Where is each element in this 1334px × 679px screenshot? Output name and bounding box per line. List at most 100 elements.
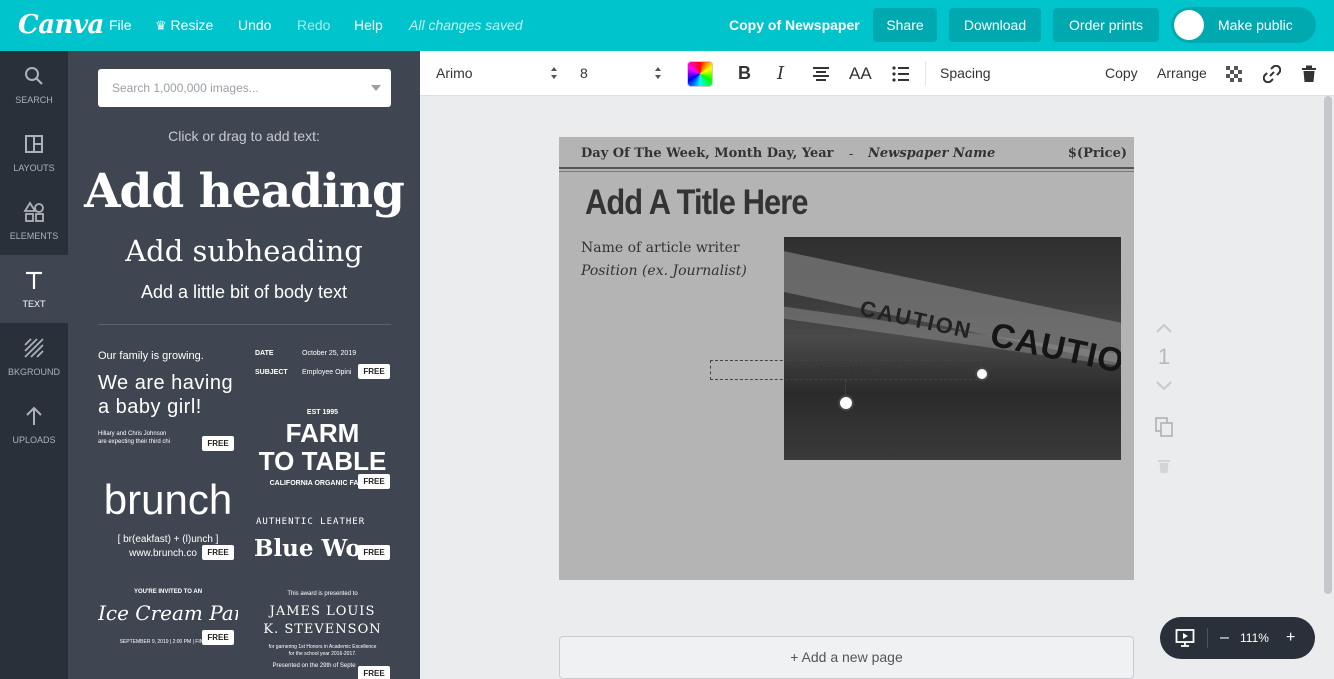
layouts-icon [25,135,43,153]
price-text[interactable]: $(Price) [1068,146,1127,161]
crown-icon: ♛ [155,18,167,33]
dateline-separator: - [849,146,854,161]
rail-background[interactable]: BKGROUND [0,323,68,391]
rail-uploads[interactable]: UPLOADS [0,391,68,459]
font-size-input[interactable]: 8 [580,51,650,96]
link-icon [1262,65,1282,84]
template-text: Employee Opini [302,369,352,376]
design-page[interactable]: Day Of The Week, Month Day, Year - Newsp… [559,137,1134,580]
zoom-out-button[interactable]: – [1220,617,1229,659]
add-page-button[interactable]: + Add a new page [559,636,1134,679]
writer-position[interactable]: Position (ex. Journalist) [581,263,747,279]
present-icon[interactable] [1175,628,1195,648]
top-bar: Canva File ♛ Resize Undo Redo Help All c… [0,0,1334,51]
text-toolbar: Arimo 8 B I AA Spacing Copy Arrange [420,51,1334,96]
vertical-scrollbar[interactable] [1324,96,1332,594]
rail-elements-label: ELEMENTS [9,231,59,241]
free-badge: FREE [358,545,390,560]
rail-elements[interactable]: ELEMENTS [0,187,68,255]
page-number: 1 [1157,344,1171,369]
search-input[interactable]: Search 1,000,000 images... [112,69,259,107]
resize-menu[interactable]: ♛ Resize [155,0,213,51]
link-button[interactable] [1262,51,1282,96]
share-button[interactable]: Share [873,8,937,42]
make-public-toggle[interactable]: Make public [1171,7,1316,43]
bold-button[interactable]: B [738,51,751,96]
duplicate-page-icon[interactable] [1155,417,1173,437]
rotate-handle[interactable] [838,395,854,411]
zoom-divider [1207,628,1208,648]
help-menu[interactable]: Help [354,0,383,51]
toolbar-divider [925,61,926,85]
image-search-box[interactable]: Search 1,000,000 images... [98,69,391,107]
list-button[interactable] [892,51,910,96]
zoom-in-button[interactable]: + [1286,617,1295,659]
dateline-text[interactable]: Day Of The Week, Month Day, Year [581,146,834,161]
download-button[interactable]: Download [949,8,1041,42]
chevron-down-icon[interactable] [371,85,381,91]
template-text: EST 1995 [306,409,339,416]
template-text: Ice Cream Party [98,601,238,625]
caution-tape-photo[interactable]: CAUTION CAUTION [784,237,1121,460]
template-text: for the school year 2016-2017. [288,651,357,657]
template-text: AUTHENTIC LEATHER [256,517,366,527]
canva-logo[interactable]: Canva [18,0,104,51]
template-text: Blue Wo [254,535,361,562]
free-badge: FREE [202,545,234,560]
transparency-button[interactable] [1226,51,1242,96]
article-title[interactable]: Add A Title Here [585,183,809,223]
free-badge: FREE [358,666,390,679]
template-text: October 25, 2019 [302,350,357,357]
undo-button[interactable]: Undo [238,0,271,51]
font-size-spinner-icon[interactable] [655,67,662,81]
transparency-icon [1226,66,1242,83]
save-status: All changes saved [409,17,523,33]
font-family-spinner-icon[interactable] [551,67,558,81]
delete-page-icon[interactable] [1157,458,1171,474]
rail-layouts-label: LAYOUTS [13,163,55,173]
template-text: SUBJECT [255,369,288,376]
delete-button[interactable] [1301,51,1317,96]
template-text: for garnering 1st Honors in Academic Exc… [268,644,377,650]
upload-icon [26,406,42,425]
zoom-level[interactable]: 111% [1240,617,1269,659]
free-badge: FREE [358,474,390,489]
resize-handle[interactable] [975,367,989,381]
rail-uploads-label: UPLOADS [12,435,56,445]
spacing-button[interactable]: Spacing [940,51,991,96]
order-prints-button[interactable]: Order prints [1053,8,1159,42]
side-rail: SEARCH LAYOUTS ELEMENTS TEXT BKGROUND UP… [0,51,68,679]
template-ice-cream-party[interactable]: YOU'RE INVITED TO AN Ice Cream Party SEP… [98,586,238,666]
letter-case-button[interactable]: AA [849,51,872,96]
template-text: are expecting their third chi [98,439,171,445]
search-icon [25,67,43,85]
template-text: Hillary and Chris Johnson [98,431,167,437]
font-family-select[interactable]: Arimo [436,51,556,96]
template-text: TO TABLE [258,446,387,476]
rail-text[interactable]: TEXT [0,255,68,323]
newspaper-name-text[interactable]: Newspaper Name [868,146,995,161]
text-color-button[interactable] [687,61,713,87]
selected-text-box[interactable]: A photo text [710,360,982,380]
arrange-button[interactable]: Arrange [1157,51,1207,96]
masthead-rule-thin [559,171,1134,172]
selected-text: A photo text [816,364,876,376]
add-body-text-button[interactable]: Add a little bit of body text [68,282,420,303]
article-writer[interactable]: Name of article writer [581,240,740,256]
redo-button[interactable]: Redo [297,0,330,51]
file-menu[interactable]: File [109,0,132,51]
copy-button[interactable]: Copy [1105,51,1138,96]
rail-layouts[interactable]: LAYOUTS [0,119,68,187]
add-subheading-button[interactable]: Add subheading [68,234,420,268]
text-panel: Search 1,000,000 images... Click or drag… [68,51,420,679]
document-title[interactable]: Copy of Newspaper [729,0,860,51]
move-page-up-icon[interactable] [1156,322,1172,334]
rail-search[interactable]: SEARCH [0,51,68,119]
template-text: CALIFORNIA ORGANIC FA [269,480,359,487]
align-center-icon [813,67,829,82]
zoom-control: – 111% + [1160,617,1315,659]
align-button[interactable] [812,51,830,96]
move-page-down-icon[interactable] [1156,380,1172,392]
add-heading-button[interactable]: Add heading [68,164,420,219]
italic-button[interactable]: I [777,51,784,96]
